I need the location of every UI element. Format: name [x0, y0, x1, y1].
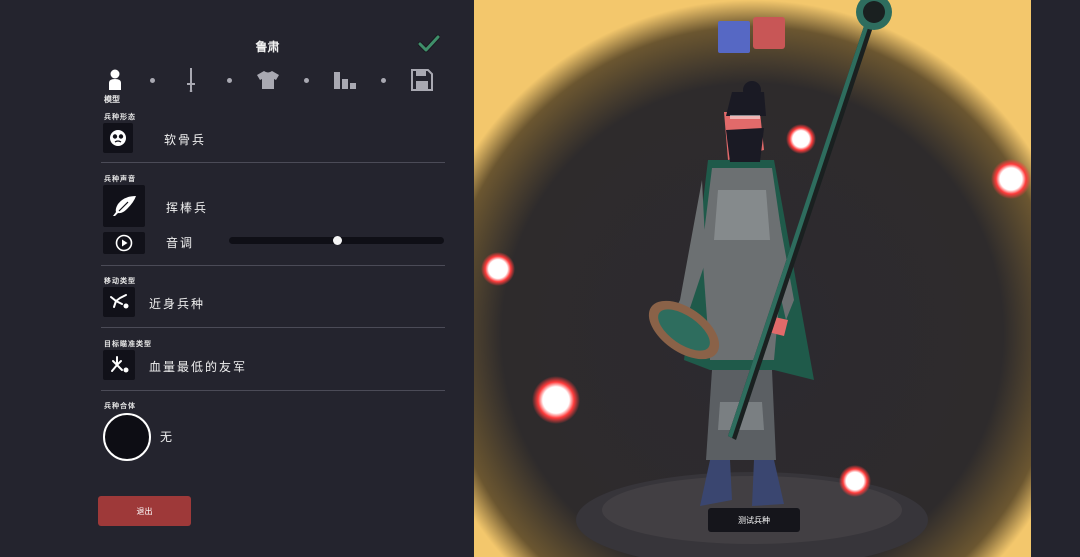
ragdoll-icon: [110, 130, 126, 146]
body-type-label: 兵种形态: [104, 113, 136, 121]
tab-separator: [381, 78, 386, 83]
editor-tabs: [100, 67, 445, 107]
movement-value: 近身兵种: [149, 297, 206, 311]
tab-model-label: 模型: [104, 95, 120, 104]
targeting-selector[interactable]: [103, 350, 135, 380]
play-icon: [115, 234, 133, 252]
glow-orb: [786, 124, 816, 154]
melee-charge-icon: [110, 294, 129, 309]
pitch-slider[interactable]: [229, 236, 444, 245]
tab-weapon[interactable]: [178, 67, 204, 93]
blue-team-swatch[interactable]: [718, 21, 750, 53]
tab-save[interactable]: [409, 67, 435, 93]
combo-value: 无: [160, 430, 175, 444]
confirm-check-icon[interactable]: [418, 34, 440, 54]
target-ally-icon: [111, 356, 129, 373]
voice-label: 兵种声音: [104, 175, 136, 183]
unit-preview-scene: [474, 0, 1031, 557]
pitch-slider-handle[interactable]: [332, 236, 342, 245]
test-unit-button[interactable]: 测试兵种: [708, 508, 800, 532]
voice-value: 挥棒兵: [166, 201, 209, 215]
tab-clothing[interactable]: [255, 67, 281, 93]
targeting-label: 目标瞄准类型: [104, 340, 152, 348]
unit-name: 鲁肃: [255, 40, 280, 54]
section-divider: [101, 327, 445, 328]
sword-icon: [187, 68, 195, 92]
section-divider: [101, 162, 445, 163]
tab-separator: [150, 78, 155, 83]
body-type-value: 软骨兵: [164, 133, 207, 147]
tab-abilities[interactable]: [332, 67, 358, 93]
body-type-selector[interactable]: [103, 123, 133, 153]
section-divider: [101, 390, 445, 391]
save-icon: [411, 69, 433, 91]
voice-selector[interactable]: [103, 185, 145, 227]
person-icon: [109, 69, 121, 90]
unit-editor-panel: 鲁肃 模型 兵种形态 软骨兵 兵种声音 挥棒兵 音调 移动类型 近身兵种 目标瞄…: [0, 0, 474, 557]
exit-button[interactable]: 退出: [98, 496, 191, 526]
glow-orb: [839, 465, 871, 497]
glow-orb: [481, 252, 515, 286]
feather-icon: [113, 196, 136, 216]
movement-label: 移动类型: [104, 277, 136, 285]
glow-orb: [532, 376, 580, 424]
combo-selector[interactable]: [103, 413, 151, 461]
section-divider: [101, 265, 445, 266]
tab-model[interactable]: [102, 67, 128, 93]
voice-play-button[interactable]: [103, 232, 145, 254]
red-team-swatch[interactable]: [753, 17, 785, 49]
tab-separator: [227, 78, 232, 83]
stats-icon: [334, 72, 356, 89]
pitch-label: 音调: [166, 236, 195, 250]
targeting-value: 血量最低的友军: [149, 360, 248, 374]
shirt-icon: [257, 71, 279, 89]
glow-orb: [991, 159, 1031, 199]
tab-separator: [304, 78, 309, 83]
combo-label: 兵种合体: [104, 402, 136, 410]
movement-selector[interactable]: [103, 287, 135, 317]
